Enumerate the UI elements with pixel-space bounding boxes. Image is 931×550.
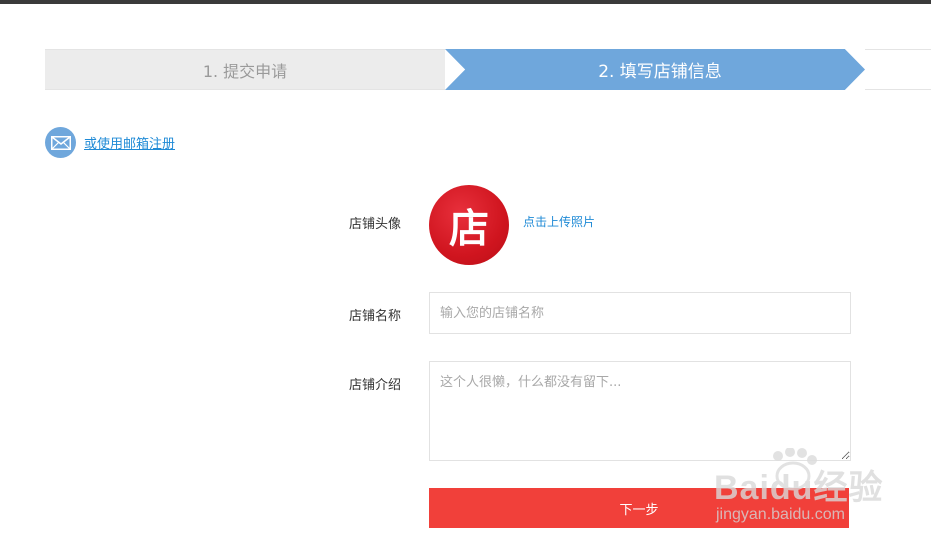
step-label: 1. 提交申请 (202, 61, 288, 81)
shop-avatar[interactable]: 店 (429, 185, 509, 265)
shop-intro-label: 店铺介绍 (349, 378, 402, 393)
step-fill-shop-info: 2. 填写店铺信息 (445, 49, 865, 90)
shop-name-label: 店铺名称 (349, 309, 402, 324)
upload-photo-link[interactable]: 点击上传照片 (523, 213, 595, 230)
shop-avatar-label: 店铺头像 (349, 217, 402, 232)
step-label: 2. 填写店铺信息 (598, 62, 722, 82)
watermark-url: jingyan.baidu.com (716, 506, 845, 523)
email-register-link[interactable]: 或使用邮箱注册 (84, 133, 175, 152)
envelope-icon[interactable] (45, 127, 76, 158)
step-submit-application: 1. 提交申请 (45, 49, 445, 90)
email-register-row: 或使用邮箱注册 (45, 127, 175, 158)
top-border (0, 0, 931, 4)
progress-stepper: 1. 提交申请 2. 填写店铺信息 (45, 49, 931, 90)
shop-avatar-glyph: 店 (449, 206, 489, 252)
shop-name-input[interactable] (429, 292, 851, 334)
baidu-watermark: Baidu经验 jingyan.baidu.com (700, 448, 890, 530)
shop-intro-textarea[interactable] (429, 361, 851, 461)
step-next (865, 49, 931, 90)
watermark-logo: Baidu经验 (714, 469, 884, 507)
